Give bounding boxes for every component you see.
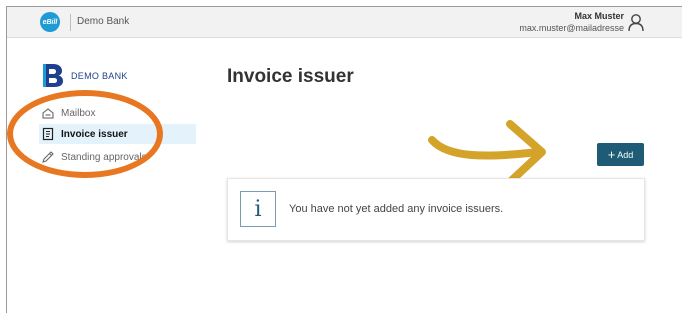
page-title: Invoice issuer	[227, 66, 354, 87]
user-name[interactable]: Max Muster	[574, 11, 624, 21]
add-button[interactable]: + Add	[597, 143, 644, 166]
empty-state-box: i You have not yet added any invoice iss…	[227, 178, 645, 241]
sidebar-item-invoice-issuer[interactable]: Invoice issuer	[39, 124, 196, 144]
empty-state-message: You have not yet added any invoice issue…	[289, 203, 504, 215]
user-icon[interactable]	[626, 12, 646, 32]
brand-name: DEMO BANK	[71, 71, 128, 81]
ebill-logo: eBill	[40, 12, 60, 32]
top-bar: eBill Demo Bank Max Muster max.muster@ma…	[7, 7, 682, 38]
user-email: max.muster@mailadresse	[519, 23, 624, 33]
sidebar-item-label: Mailbox	[61, 107, 96, 119]
sidebar-item-label: Invoice issuer	[61, 128, 128, 140]
add-button-label: Add	[617, 149, 634, 160]
sidebar-item-label: Standing approvals	[61, 151, 147, 163]
divider	[70, 14, 71, 31]
demo-bank-logo-icon	[43, 64, 63, 87]
info-icon: i	[240, 191, 276, 227]
pen-icon	[42, 151, 54, 163]
bank-name: Demo Bank	[77, 16, 130, 27]
plus-icon: +	[607, 147, 616, 162]
sidebar-item-mailbox[interactable]: Mailbox	[41, 103, 95, 123]
document-icon	[42, 127, 54, 141]
info-icon-glyph: i	[254, 196, 262, 222]
mailbox-icon	[42, 108, 54, 119]
sidebar-item-standing-approvals[interactable]: Standing approvals	[41, 147, 147, 167]
